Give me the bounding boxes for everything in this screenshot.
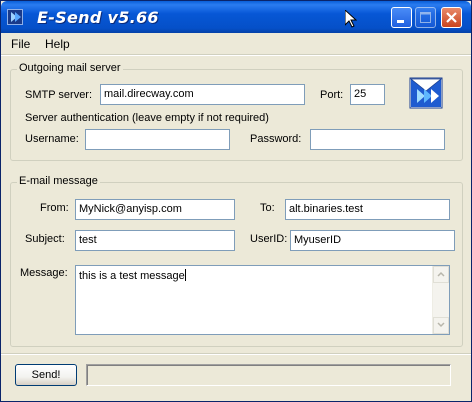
username-input[interactable]: [85, 129, 230, 150]
app-icon[interactable]: [7, 9, 23, 25]
port-label: Port:: [320, 89, 344, 101]
menu-bar: File Help: [1, 33, 471, 54]
title-bar[interactable]: E-Send v5.66: [1, 1, 471, 33]
from-label: From:: [40, 202, 69, 214]
message-text: this is a test message: [79, 270, 185, 282]
maximize-button[interactable]: [415, 7, 436, 28]
subject-label: Subject:: [25, 233, 65, 245]
password-label: Password:: [250, 133, 302, 145]
menu-file[interactable]: File: [11, 37, 30, 51]
message-label: Message:: [20, 267, 68, 279]
password-input[interactable]: [310, 129, 445, 150]
to-label: To:: [260, 202, 275, 214]
smtp-server-input[interactable]: mail.direcway.com: [100, 84, 305, 105]
app-window: E-Send v5.66 File Help Outgoing mail ser…: [0, 0, 472, 402]
mouse-cursor-icon: [345, 10, 357, 28]
subject-input[interactable]: test: [75, 230, 235, 251]
close-icon: [446, 12, 457, 23]
menu-separator: [1, 54, 471, 56]
footer-separator: [1, 353, 471, 355]
userid-label: UserID:: [250, 233, 288, 245]
close-button[interactable]: [441, 7, 462, 28]
outgoing-group-title: Outgoing mail server: [17, 62, 123, 74]
maximize-icon: [420, 12, 431, 23]
to-input[interactable]: alt.binaries.test: [285, 199, 450, 220]
text-caret: [184, 269, 186, 281]
chevron-up-icon: [437, 271, 445, 277]
message-textarea[interactable]: this is a test message: [75, 265, 450, 335]
send-mail-icon: [409, 77, 443, 109]
window-title: E-Send v5.66: [37, 8, 159, 27]
scroll-up-button[interactable]: [433, 266, 449, 283]
smtp-server-label: SMTP server:: [25, 89, 93, 101]
from-input[interactable]: MyNick@anyisp.com: [75, 199, 235, 220]
username-label: Username:: [25, 133, 79, 145]
send-button[interactable]: Send!: [15, 364, 77, 386]
server-auth-note: Server authentication (leave empty if no…: [25, 112, 269, 124]
minimize-button[interactable]: [391, 7, 412, 28]
message-scrollbar[interactable]: [432, 266, 449, 334]
chevron-down-icon: [437, 322, 445, 328]
email-group-title: E-mail message: [17, 175, 100, 187]
userid-input[interactable]: MyuserID: [290, 230, 455, 251]
status-bar: [86, 364, 451, 386]
scroll-down-button[interactable]: [433, 317, 449, 334]
minimize-icon: [397, 20, 404, 23]
menu-help[interactable]: Help: [45, 37, 70, 51]
port-input[interactable]: 25: [350, 84, 385, 105]
